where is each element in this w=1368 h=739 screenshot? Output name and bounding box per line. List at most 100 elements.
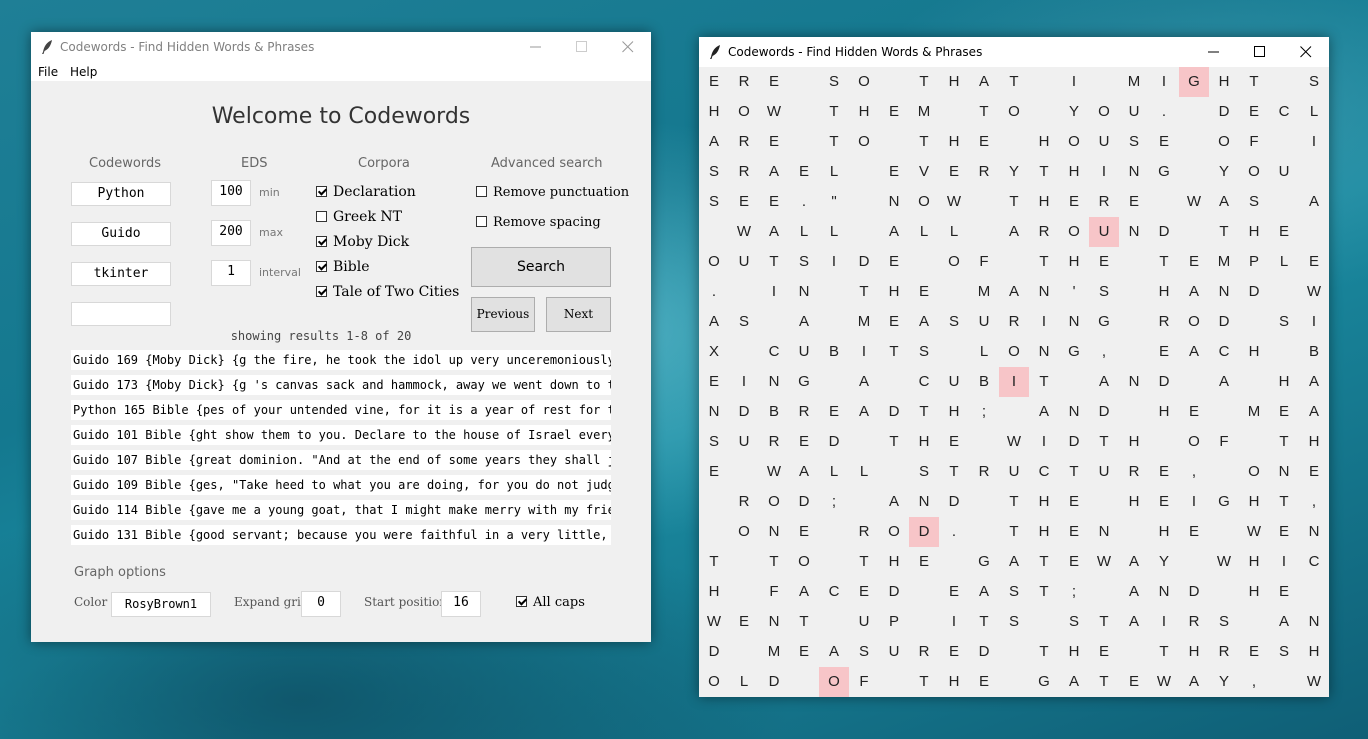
grid-cell: O — [918, 193, 930, 210]
checkbox-unchecked-icon[interactable] — [316, 211, 327, 222]
result-row[interactable]: Guido 169 {Moby Dick} {g the fire, he to… — [71, 350, 611, 370]
eds-min-label: min — [259, 186, 280, 199]
advanced-option-label: Remove punctuation — [493, 185, 630, 200]
checkbox-unchecked-icon[interactable] — [476, 216, 487, 227]
grid-cell: O — [1248, 163, 1260, 180]
grid-cell — [729, 457, 759, 487]
checkbox-checked-icon[interactable] — [316, 286, 327, 297]
close-button[interactable] — [605, 32, 651, 62]
grid-cell: S — [1278, 313, 1289, 330]
grid-cell — [1029, 607, 1059, 637]
grid-cell: R — [1158, 313, 1170, 330]
grid-cell: A — [768, 223, 779, 240]
grid-cell: . — [711, 283, 717, 300]
grid-cell: T — [1069, 463, 1079, 480]
menu-help[interactable]: Help — [70, 65, 97, 79]
checkbox-unchecked-icon[interactable] — [476, 186, 487, 197]
result-row[interactable]: Guido 131 Bible {good servant; because y… — [71, 525, 611, 545]
grid-cell: P — [1248, 253, 1259, 270]
grid-cell: H — [918, 433, 930, 450]
result-row[interactable]: Guido 114 Bible {gave me a young goat, t… — [71, 500, 611, 520]
grid-cell: R — [738, 133, 750, 150]
grid-cell — [999, 637, 1029, 667]
corpus-checkbox[interactable]: Moby Dick — [316, 234, 409, 250]
grid-cell: A — [858, 373, 869, 390]
grid-cell: U — [798, 343, 810, 360]
grid-cell: F — [1219, 433, 1229, 450]
previous-button[interactable]: Previous — [471, 297, 535, 332]
corpus-checkbox[interactable]: Bible — [316, 259, 370, 275]
codeword-field-1[interactable]: Python — [71, 182, 171, 206]
grid-cell — [879, 367, 909, 397]
title-bar[interactable]: Codewords - Find Hidden Words & Phrases — [31, 32, 651, 62]
advanced-option-checkbox[interactable]: Remove spacing — [476, 215, 601, 230]
grid-cell: E — [918, 553, 929, 570]
grid-cell: T — [919, 73, 929, 90]
grid-cell: M — [917, 103, 931, 120]
grid-cell: E — [768, 133, 779, 150]
grid-cell: T — [859, 553, 869, 570]
checkbox-checked-icon[interactable] — [316, 261, 327, 272]
grid-cell: A — [1308, 403, 1319, 420]
grid-cell: G — [1098, 313, 1110, 330]
search-button[interactable]: Search — [471, 247, 611, 287]
grid-cell: E — [1068, 193, 1079, 210]
start-position-field[interactable]: 16 — [441, 591, 481, 617]
eds-min-field[interactable]: 100 — [211, 180, 251, 206]
all-caps-checkbox[interactable]: All caps — [516, 595, 585, 610]
title-bar[interactable]: Codewords - Find Hidden Words & Phrases — [699, 37, 1329, 67]
corpus-checkbox[interactable]: Greek NT — [316, 209, 402, 225]
close-button[interactable] — [1283, 37, 1329, 67]
next-button[interactable]: Next — [546, 297, 611, 332]
maximize-button[interactable] — [559, 32, 605, 62]
grid-cell — [1269, 337, 1299, 367]
grid-cell: . — [1161, 103, 1167, 120]
grid-cell: T — [829, 103, 839, 120]
grid-cell: I — [1161, 613, 1167, 630]
result-row[interactable]: Guido 173 {Moby Dick} {g 's canvas sack … — [71, 375, 611, 395]
eds-max-field[interactable]: 200 — [211, 220, 251, 246]
grid-cell: T — [1009, 193, 1019, 210]
result-row[interactable]: Guido 109 Bible {ges, "Take heed to what… — [71, 475, 611, 495]
grid-cell — [759, 307, 789, 337]
advanced-option-checkbox[interactable]: Remove punctuation — [476, 185, 629, 200]
grid-cell: A — [888, 493, 899, 510]
minimize-button[interactable] — [1191, 37, 1237, 67]
grid-cell: S — [738, 313, 749, 330]
checkbox-checked-icon[interactable] — [516, 596, 527, 607]
grid-cell: E — [1188, 523, 1199, 540]
maximize-button[interactable] — [1237, 37, 1283, 67]
grid-cell: E — [1188, 253, 1199, 270]
grid-cell: E — [1158, 493, 1169, 510]
corpus-checkbox[interactable]: Tale of Two Cities — [316, 284, 459, 300]
grid-cell: M — [1127, 73, 1141, 90]
grid-cell: W — [1246, 523, 1262, 540]
checkbox-checked-icon[interactable] — [316, 186, 327, 197]
menu-file[interactable]: File — [38, 65, 58, 79]
grid-cell: D — [978, 643, 990, 660]
grid-cell — [1089, 487, 1119, 517]
grid-cell: W — [736, 223, 752, 240]
grid-cell: Y — [1218, 673, 1229, 690]
grid-cell — [729, 577, 759, 607]
minimize-button[interactable] — [513, 32, 559, 62]
result-row[interactable]: Guido 101 Bible {ght show them to you. D… — [71, 425, 611, 445]
grid-cell — [1119, 307, 1149, 337]
checkbox-checked-icon[interactable] — [316, 236, 327, 247]
result-row[interactable]: Guido 107 Bible {great dominion. "And at… — [71, 450, 611, 470]
grid-cell: T — [1219, 223, 1229, 240]
codeword-field-2[interactable]: Guido — [71, 222, 171, 246]
grid-cell: L — [829, 223, 839, 240]
close-icon — [622, 41, 634, 53]
grid-cell: W — [1006, 433, 1022, 450]
codeword-field-3[interactable]: tkinter — [71, 262, 171, 286]
expand-grid-field[interactable]: 0 — [301, 591, 341, 617]
grid-cell — [1239, 367, 1269, 397]
result-row[interactable]: Python 165 Bible {pes of your untended v… — [71, 400, 611, 420]
grid-cell: W — [1306, 283, 1322, 300]
eds-interval-field[interactable]: 1 — [211, 260, 251, 286]
color-field[interactable]: RosyBrown1 — [111, 592, 211, 617]
grid-cell: T — [979, 103, 989, 120]
corpus-checkbox[interactable]: Declaration — [316, 184, 416, 200]
codeword-field-4[interactable] — [71, 302, 171, 326]
